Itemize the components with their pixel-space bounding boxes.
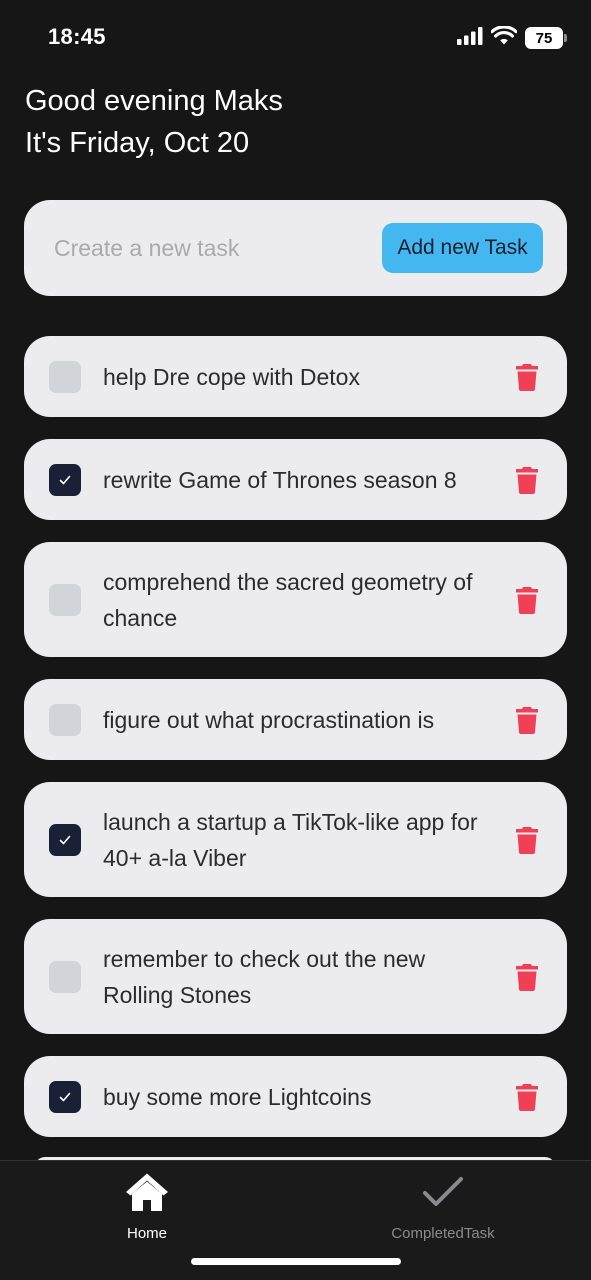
task-text: remember to check out the new Rolling St…: [103, 945, 426, 1008]
greeting: Good evening Maks It's Friday, Oct 20: [25, 80, 283, 164]
task-text: help Dre cope with Detox: [103, 363, 360, 390]
task-item: launch a startup a TikTok-like app for 4…: [24, 782, 567, 897]
tab-home-label: Home: [126, 1225, 167, 1242]
task-checkbox[interactable]: [49, 703, 81, 736]
task-item: rewrite Game of Thrones season 8: [24, 439, 567, 520]
trash-icon[interactable]: [514, 825, 540, 855]
task-checkbox[interactable]: [49, 960, 81, 993]
new-task-input[interactable]: [54, 228, 374, 268]
task-checkbox[interactable]: [49, 463, 81, 496]
task-item: remember to check out the new Rolling St…: [24, 919, 567, 1034]
task-checkbox[interactable]: [49, 583, 81, 616]
checkmark-icon: [59, 835, 71, 844]
task-text: buy some more Lightcoins: [103, 1083, 372, 1110]
tab-home[interactable]: Home: [57, 1169, 237, 1249]
task-checkbox[interactable]: [49, 823, 81, 856]
home-indicator[interactable]: [191, 1258, 401, 1265]
greeting-date: It's Friday, Oct 20: [25, 127, 250, 159]
trash-icon[interactable]: [514, 705, 540, 735]
wifi-icon: [490, 25, 518, 50]
tab-completed[interactable]: CompletedTask: [353, 1169, 533, 1249]
battery-level: 75: [535, 29, 553, 47]
status-icons: 75: [457, 25, 567, 50]
trash-icon[interactable]: [514, 1082, 540, 1112]
checkmark-icon: [59, 475, 71, 484]
tab-completed-label: CompletedTask: [391, 1225, 495, 1242]
task-item: help Dre cope with Detox: [24, 336, 567, 417]
task-item: figure out what procrastination is: [24, 679, 567, 760]
task-list: help Dre cope with Detox rewrite Game of…: [24, 336, 567, 1159]
task-item: buy some more Lightcoins: [24, 1056, 567, 1137]
task-text: rewrite Game of Thrones season 8: [103, 466, 457, 493]
trash-icon[interactable]: [514, 362, 540, 392]
checkmark-icon: [59, 1092, 71, 1101]
add-task-button[interactable]: Add new Task: [382, 223, 543, 273]
trash-icon[interactable]: [514, 465, 540, 495]
task-checkbox[interactable]: [49, 360, 81, 393]
task-text: figure out what procrastination is: [103, 706, 435, 733]
battery-icon: 75: [525, 27, 567, 49]
trash-icon[interactable]: [514, 962, 540, 992]
cellular-signal-icon: [457, 26, 483, 50]
home-icon: [124, 1169, 170, 1215]
task-text: launch a startup a TikTok-like app for 4…: [103, 808, 478, 871]
greeting-title: Good evening Maks: [25, 85, 283, 117]
checkmark-icon: [420, 1169, 466, 1215]
task-item: comprehend the sacred geometry of chance: [24, 542, 567, 657]
new-task-card: Add new Task: [24, 200, 567, 296]
task-text: comprehend the sacred geometry of chance: [103, 568, 473, 631]
status-time: 18:45: [48, 24, 106, 49]
trash-icon[interactable]: [514, 585, 540, 615]
status-bar: 18:45 75: [0, 0, 591, 70]
app-screen: 18:45 75 Good evening Maks It's Friday, …: [0, 0, 591, 1280]
task-checkbox[interactable]: [49, 1080, 81, 1113]
